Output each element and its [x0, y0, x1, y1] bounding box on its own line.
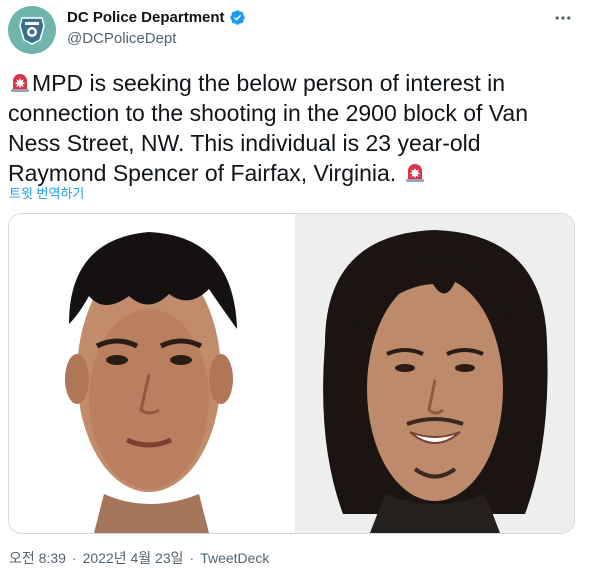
tweet-body: MPD is seeking the below person of inter… [8, 70, 529, 186]
source-app-link[interactable]: TweetDeck [200, 550, 269, 566]
tweet-text: MPD is seeking the below person of inter… [8, 68, 578, 188]
tweet-card: DC Police Department @DCPoliceDept MPD i… [0, 0, 591, 580]
meta-separator: · [71, 550, 77, 566]
name-row: DC Police Department [67, 9, 246, 26]
media-grid [8, 213, 575, 534]
avatar[interactable] [8, 6, 56, 54]
display-name[interactable]: DC Police Department [67, 9, 225, 26]
police-badge-icon [8, 6, 56, 54]
person-photo-short-hair [9, 214, 292, 533]
meta-separator: · [189, 550, 195, 566]
tweet-date[interactable]: 2022년 4월 23일 [83, 548, 184, 568]
user-handle[interactable]: @DCPoliceDept [67, 30, 176, 47]
police-siren-icon [405, 164, 424, 182]
verified-badge-icon [229, 10, 245, 25]
tweet-metadata: 오전 8:39 · 2022년 4월 23일 · TweetDeck [9, 548, 269, 568]
more-dots-icon [555, 16, 571, 20]
more-options-button[interactable] [551, 6, 575, 30]
photo-2[interactable] [295, 214, 574, 533]
photo-1[interactable] [9, 214, 292, 533]
police-siren-icon [11, 74, 29, 92]
tweet-time[interactable]: 오전 8:39 [9, 548, 66, 568]
translate-tweet-link[interactable]: 트윗 번역하기 [9, 183, 84, 202]
person-photo-long-hair [295, 214, 574, 533]
